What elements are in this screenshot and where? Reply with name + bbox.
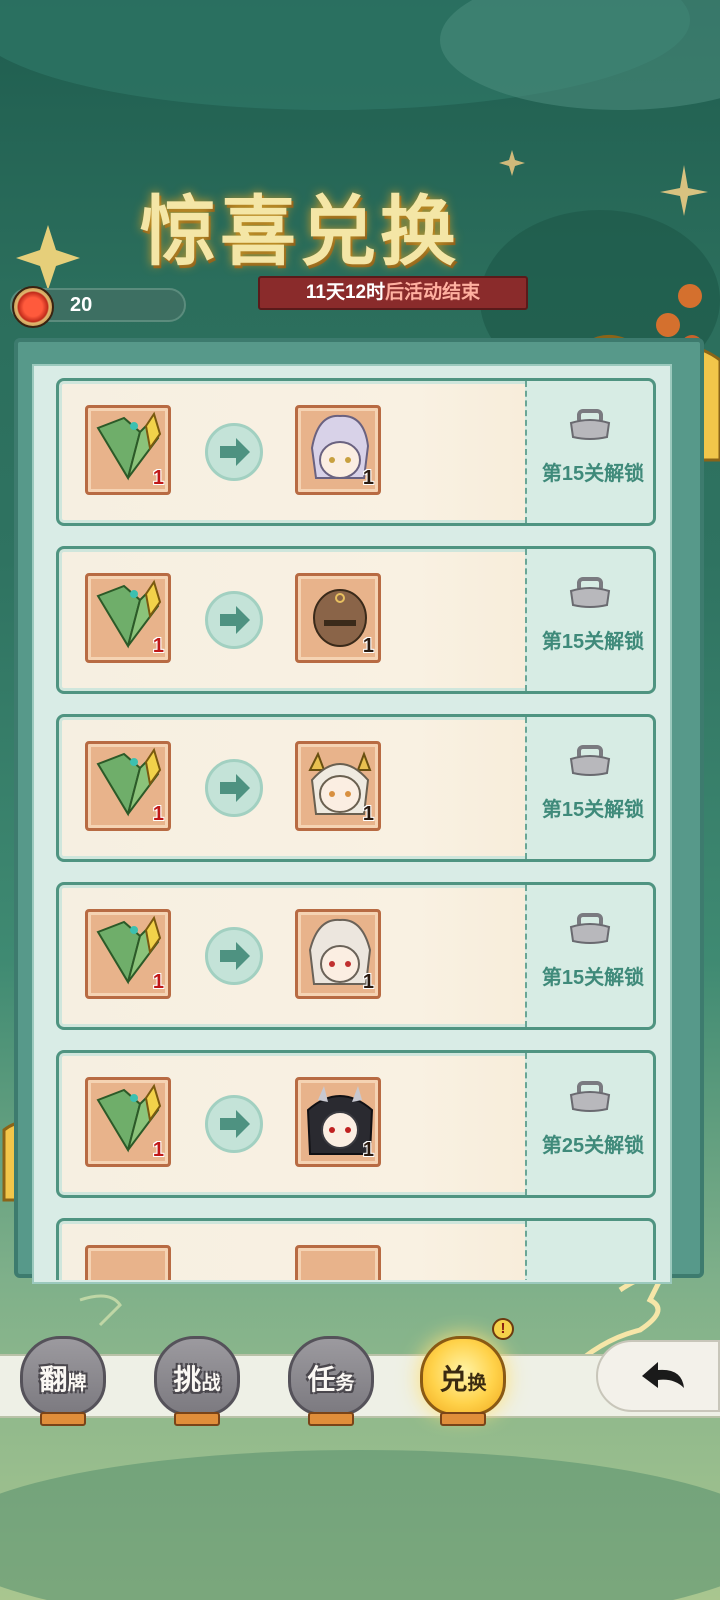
exchange-card[interactable]: 1 1 第15关解锁 (56, 714, 656, 862)
exchange-card[interactable]: 1 1 第25关解锁 (56, 1050, 656, 1198)
lock-icon (569, 745, 611, 776)
reward-item-slot[interactable]: 1 (295, 909, 381, 999)
unlock-condition-text: 第25关解锁 (541, 1135, 645, 1157)
unlock-panel: 第15关解锁 (525, 885, 653, 1027)
unlock-condition-text: 第15关解锁 (541, 463, 645, 485)
reward-item-slot[interactable]: 1 (295, 1077, 381, 1167)
timer-days: 11天 (305, 282, 345, 303)
lantern-base (308, 1412, 354, 1426)
tab-label: 兑换 (439, 1364, 487, 1395)
timer-suffix: 后活动结束 (385, 282, 481, 303)
cost-count: 1 (152, 1139, 164, 1161)
reward-count: 1 (362, 971, 374, 993)
exchange-arrow-icon (205, 759, 263, 817)
tab-tasks[interactable]: 任务 (288, 1330, 374, 1430)
event-title-area: 惊喜兑换 (100, 170, 580, 276)
unlock-condition-text: 第15关解锁 (541, 799, 645, 821)
lock-icon (569, 409, 611, 440)
lock-icon (569, 577, 611, 608)
cost-item-slot[interactable]: 1 (85, 909, 171, 999)
token-coin-icon (12, 286, 54, 328)
tab-flip-cards[interactable]: 翻牌 (20, 1330, 106, 1430)
exchange-arrow-icon (205, 1095, 263, 1153)
reward-count: 1 (362, 635, 374, 657)
cost-count: 1 (152, 971, 164, 993)
exchange-card[interactable]: 1 1 第15关解锁 (56, 546, 656, 694)
currency-counter: 20 (10, 286, 186, 328)
back-arrow-icon (642, 1362, 684, 1388)
lantern-base (174, 1412, 220, 1426)
exchange-list[interactable]: 1 1 第15关解锁 1 1 第15关解锁 1 1 第15关解锁 1 1 第15… (50, 378, 670, 1280)
reward-count: 1 (362, 467, 374, 489)
back-button[interactable] (596, 1340, 720, 1412)
unlock-panel (525, 1221, 653, 1280)
cost-item-slot[interactable]: 1 (85, 405, 171, 495)
reward-item-slot[interactable]: 1 (295, 741, 381, 831)
cost-count: 1 (152, 467, 164, 489)
event-title: 惊喜兑换 (140, 187, 460, 276)
lantern-base (440, 1412, 486, 1426)
cost-count: 1 (152, 803, 164, 825)
exchange-arrow-icon (205, 423, 263, 481)
event-timer-banner: 11天12时后活动结束 (258, 276, 528, 310)
reward-count: 1 (362, 803, 374, 825)
unlock-panel: 第15关解锁 (525, 717, 653, 859)
cost-item-slot[interactable]: 1 (85, 741, 171, 831)
timer-hours: 12时 (344, 282, 386, 303)
unlock-condition-text: 第15关解锁 (541, 631, 645, 653)
cost-item-slot[interactable] (85, 1245, 171, 1280)
reward-item-slot[interactable]: 1 (295, 573, 381, 663)
reward-count: 1 (362, 1139, 374, 1161)
reward-item-slot[interactable] (295, 1245, 381, 1280)
cost-item-slot[interactable]: 1 (85, 1077, 171, 1167)
reward-item-slot[interactable]: 1 (295, 405, 381, 495)
cost-count: 1 (152, 635, 164, 657)
tab-challenge[interactable]: 挑战 (154, 1330, 240, 1430)
unlock-panel: 第15关解锁 (525, 381, 653, 523)
lock-icon (569, 913, 611, 944)
exchange-arrow-icon (205, 927, 263, 985)
tab-label: 翻牌 (39, 1364, 87, 1395)
lantern-base (40, 1412, 86, 1426)
exchange-card[interactable]: 1 1 第15关解锁 (56, 378, 656, 526)
exchange-card-partial[interactable] (56, 1218, 656, 1280)
currency-amount: 20 (70, 294, 93, 316)
exchange-arrow-icon (205, 591, 263, 649)
tab-label: 任务 (307, 1364, 355, 1395)
alert-badge-icon: ! (492, 1318, 514, 1340)
tab-label: 挑战 (173, 1364, 221, 1395)
cost-item-slot[interactable]: 1 (85, 573, 171, 663)
unlock-panel: 第25关解锁 (525, 1053, 653, 1195)
unlock-condition-text: 第15关解锁 (541, 967, 645, 989)
unlock-panel: 第15关解锁 (525, 549, 653, 691)
lock-icon (569, 1081, 611, 1112)
exchange-card[interactable]: 1 1 第15关解锁 (56, 882, 656, 1030)
tab-exchange[interactable]: 兑换 (420, 1330, 506, 1430)
